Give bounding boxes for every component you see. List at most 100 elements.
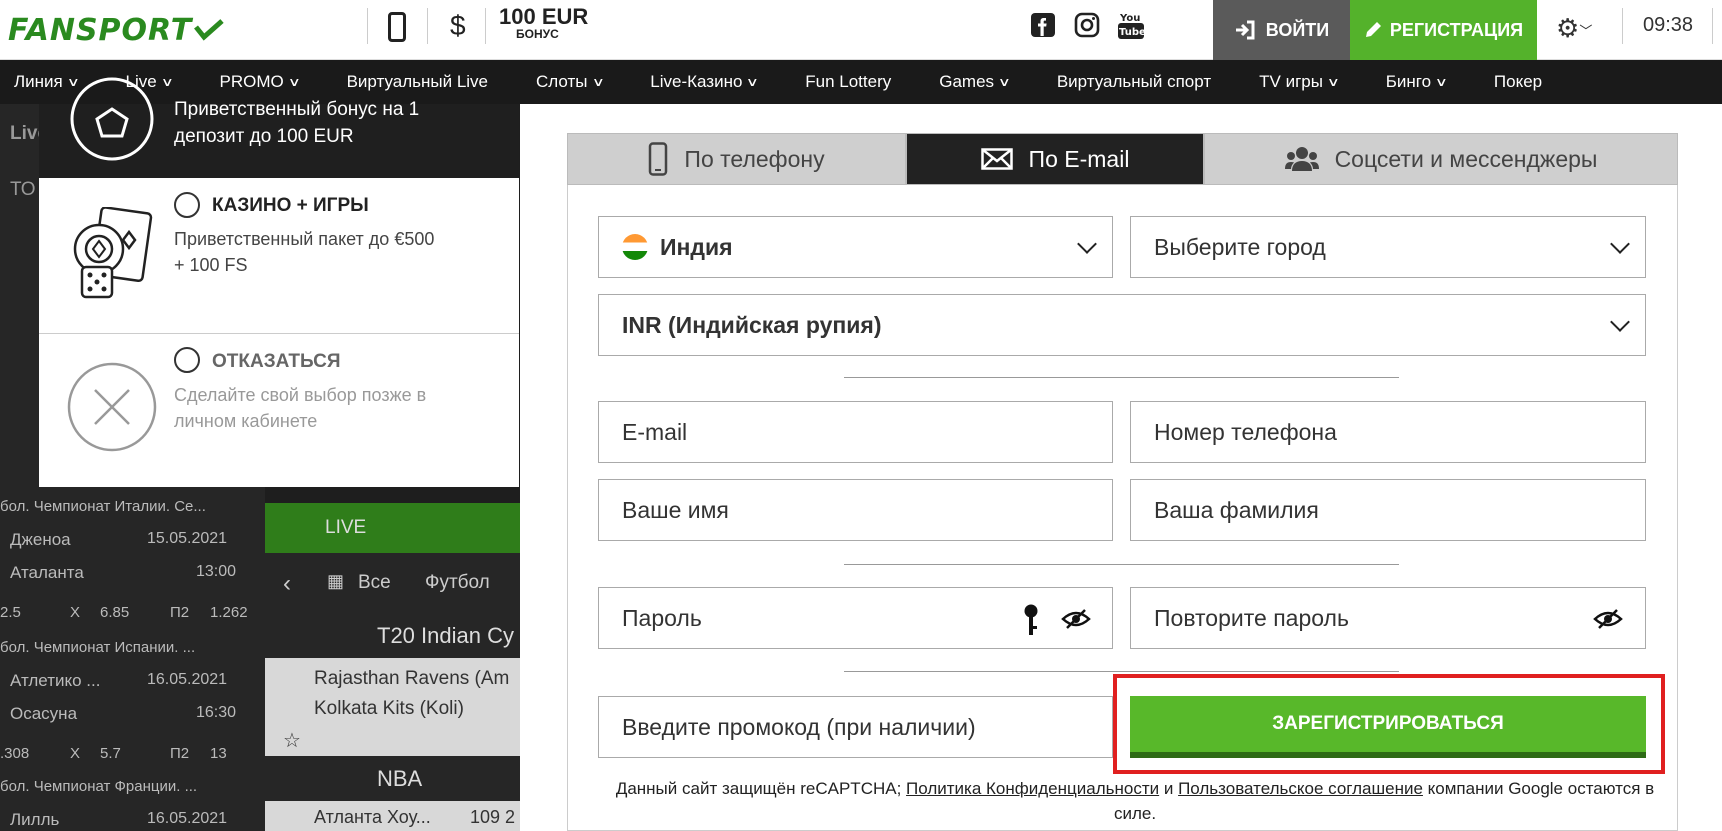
login-icon: [1235, 20, 1255, 40]
settings-gear-icon[interactable]: ⚙﹀: [1556, 13, 1592, 44]
nav-item-label: Бинго: [1385, 72, 1432, 91]
email-placeholder: E-mail: [622, 418, 688, 445]
pencil-icon: [1365, 22, 1381, 37]
background-text: X: [70, 745, 81, 762]
top-bar: FANSPORT $ 100 EUR БОНУС You Tube ВОЙТИ Р…: [0, 0, 1722, 60]
tab-email[interactable]: По E-mail: [906, 133, 1204, 185]
phone-icon: [649, 142, 668, 176]
password-repeat-field[interactable]: Повторите пароль: [1130, 587, 1646, 649]
background-event-title: NBA: [377, 766, 423, 791]
last-name-placeholder: Ваша фамилия: [1154, 496, 1319, 523]
key-icon[interactable]: [1023, 604, 1039, 636]
background-event-title: T20 Indian Cу: [377, 623, 514, 648]
register-label: РЕГИСТРАЦИЯ: [1389, 19, 1524, 40]
tab-email-label: По E-mail: [1028, 145, 1130, 172]
background-text: 5.7: [100, 745, 121, 762]
bonus-label: БОНУС: [516, 27, 559, 41]
background-event-card: Rajasthan Ravens (Am Kolkata Kits (Koli)…: [265, 658, 520, 756]
decline-option-desc: Сделайте свой выбор позже в личном кабин…: [174, 382, 426, 434]
background-text: Дженоа: [10, 530, 71, 549]
phone-field[interactable]: Номер телефона: [1130, 401, 1646, 463]
logo[interactable]: FANSPORT: [8, 10, 224, 50]
tab-phone[interactable]: По телефону: [567, 133, 906, 185]
background-text: Аталанта: [10, 563, 84, 582]
background-text: 15.05.2021: [147, 530, 228, 547]
background-text: X: [70, 604, 81, 621]
background-text: 1.262: [210, 604, 248, 621]
nav-item[interactable]: PROMO ∨: [206, 72, 301, 92]
country-select[interactable]: Индия: [598, 216, 1113, 278]
background-text: Лилль: [10, 810, 60, 829]
nav-item[interactable]: Виртуальный Live: [333, 72, 488, 92]
users-icon: [1284, 147, 1319, 171]
chevron-down-icon: ∨: [1434, 75, 1449, 89]
submit-register-button[interactable]: ЗАРЕГИСТРИРОВАТЬСЯ: [1130, 696, 1646, 758]
background-sport-filter: ‹ ▦ Все Футбол: [265, 553, 520, 613]
chevron-down-icon: ∨: [746, 75, 760, 89]
first-name-placeholder: Ваше имя: [622, 496, 729, 523]
divider: [39, 333, 519, 334]
eye-hidden-icon[interactable]: [1593, 609, 1623, 629]
nav-item-label: Fun Lottery: [805, 72, 892, 91]
facebook-icon[interactable]: [1030, 12, 1056, 38]
youtube-icon[interactable]: You Tube: [1118, 10, 1144, 40]
currency-select[interactable]: INR (Индийская рупия): [598, 294, 1646, 356]
last-name-field[interactable]: Ваша фамилия: [1130, 479, 1646, 541]
eye-hidden-icon[interactable]: [1061, 609, 1091, 629]
background-football-label: Футбол: [425, 572, 490, 593]
svg-text:You: You: [1119, 13, 1140, 24]
chevron-down-icon: [1077, 234, 1097, 254]
register-button[interactable]: РЕГИСТРАЦИЯ: [1350, 0, 1537, 60]
background-text: 13:00: [196, 563, 237, 580]
nav-item[interactable]: Live-Казино ∨: [636, 72, 760, 92]
decline-desc-line: личном кабинете: [174, 411, 318, 431]
bonus-option-sport[interactable]: Приветственный бонус на 1 депозит до 100…: [39, 77, 519, 178]
nav-item[interactable]: Games ∨: [925, 72, 1012, 92]
background-text: 16:30: [196, 704, 237, 721]
chevron-down-icon: ∨: [1326, 75, 1340, 89]
background-text: бол. Чемпионат Франции. ...: [0, 778, 198, 795]
envelope-icon: [980, 148, 1013, 170]
nav-item[interactable]: Fun Lottery: [791, 72, 891, 92]
nav-item[interactable]: Виртуальный спорт: [1043, 72, 1211, 92]
promo-code-field[interactable]: Введите промокод (при наличии): [598, 696, 1113, 758]
nav-item[interactable]: Слоты ∨: [522, 72, 604, 92]
background-text: .308: [0, 745, 30, 762]
divider: [844, 564, 1399, 565]
mobile-app-icon[interactable]: [388, 12, 406, 42]
promo-placeholder: Введите промокод (при наличии): [622, 713, 976, 740]
casino-radio[interactable]: [174, 192, 200, 218]
instagram-icon[interactable]: [1074, 12, 1100, 38]
bonus-sport-desc: депозит до 100 EUR: [174, 126, 354, 147]
decline-x-icon: [67, 362, 157, 452]
chevron-down-icon: ∨: [997, 75, 1012, 89]
background-text: 6.85: [100, 604, 130, 621]
tab-social[interactable]: Соцсети и мессенджеры: [1204, 133, 1678, 185]
currency-icon[interactable]: $: [450, 10, 466, 42]
background-text: Осасуна: [10, 704, 78, 723]
bonus-amount: 100 EUR: [499, 4, 589, 29]
nav-item[interactable]: Покер: [1480, 72, 1542, 92]
divider: [427, 8, 428, 44]
decline-radio[interactable]: [174, 347, 200, 373]
bonus-badge[interactable]: 100 EUR БОНУС: [499, 4, 589, 41]
phone-placeholder: Номер телефона: [1154, 418, 1337, 445]
first-name-field[interactable]: Ваше имя: [598, 479, 1113, 541]
email-field[interactable]: E-mail: [598, 401, 1113, 463]
login-button[interactable]: ВОЙТИ: [1213, 0, 1350, 60]
nav-item-label: Покер: [1493, 72, 1543, 91]
background-score: 109 2: [470, 807, 516, 827]
nav-item-label: TV игры: [1259, 72, 1323, 91]
nav-item[interactable]: Линия ∨: [0, 72, 80, 92]
nav-item[interactable]: TV игры ∨: [1245, 72, 1340, 92]
india-flag-icon: [622, 234, 648, 260]
background-text: 16.05.2021: [147, 671, 228, 688]
recaptcha-text: Данный сайт защищён reCAPTCHA;: [615, 779, 907, 798]
nav-item[interactable]: Бинго ∨: [1372, 72, 1449, 92]
bonus-selection-panel: Приветственный бонус на 1 депозит до 100…: [39, 77, 519, 487]
terms-link[interactable]: Пользовательское соглашение: [1178, 779, 1423, 798]
divider: [485, 8, 486, 44]
privacy-policy-link[interactable]: Политика Конфиденциальности: [906, 779, 1159, 798]
city-select[interactable]: Выберите город: [1130, 216, 1646, 278]
password-field[interactable]: Пароль: [598, 587, 1113, 649]
